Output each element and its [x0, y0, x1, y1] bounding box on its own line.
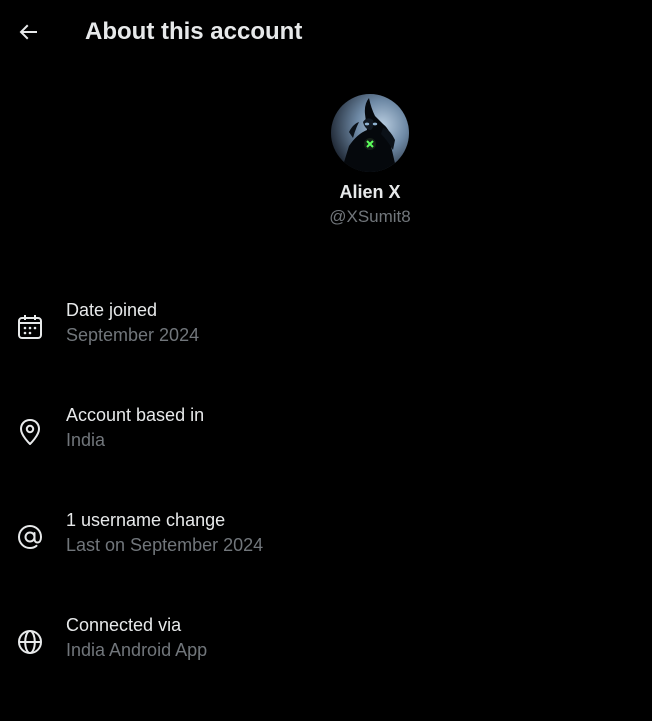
info-item-account-based-in: Account based in India — [0, 404, 652, 464]
info-title: Account based in — [66, 405, 205, 425]
back-button[interactable] — [12, 16, 44, 48]
display-name: Alien X — [339, 182, 401, 202]
info-title: 1 username change — [66, 510, 226, 530]
info-subtitle: India Android App — [66, 640, 208, 660]
calendar-icon — [18, 315, 42, 339]
info-item-connected-via: Connected via India Android App — [0, 614, 652, 674]
avatar-image — [331, 94, 409, 172]
info-item-date-joined: Date joined September 2024 — [0, 299, 652, 359]
info-item-username-changes: 1 username change Last on September 2024 — [0, 509, 652, 569]
header: About this account — [0, 0, 652, 64]
info-subtitle: September 2024 — [66, 325, 200, 345]
profile-summary: Alien X @XSumit8 — [0, 94, 652, 227]
location-pin-icon — [20, 419, 40, 445]
at-sign-icon — [17, 524, 43, 550]
info-title: Date joined — [66, 300, 158, 320]
avatar[interactable] — [331, 94, 409, 172]
info-title: Connected via — [66, 615, 182, 635]
page-title: About this account — [85, 18, 303, 45]
globe-icon — [18, 630, 42, 654]
info-subtitle: Last on September 2024 — [66, 535, 264, 555]
arrow-left-icon — [19, 24, 37, 40]
info-subtitle: India — [66, 430, 106, 450]
handle: @XSumit8 — [329, 207, 411, 226]
